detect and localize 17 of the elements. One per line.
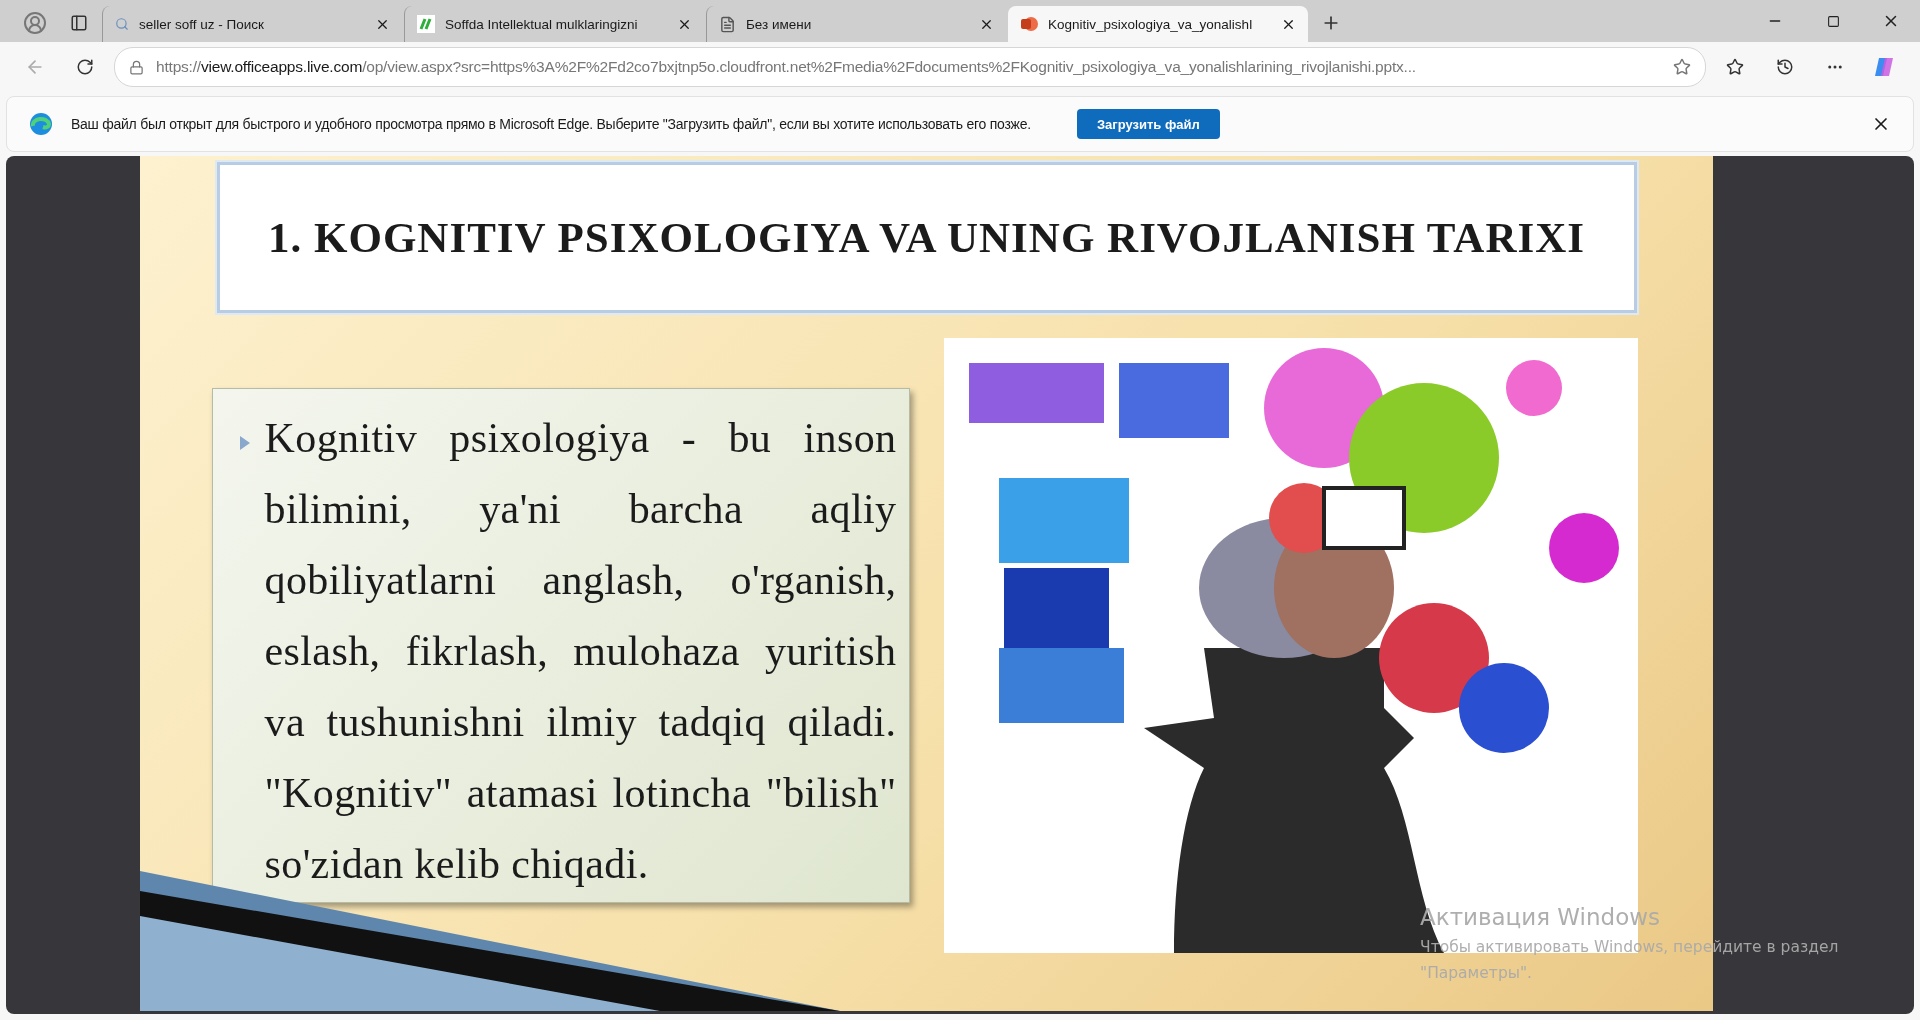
document-icon <box>719 15 736 33</box>
bullet-text: Kognitiv psixologiya - bu inson bilimini, ya'ni barcha aqliy qobiliyatlarni anglash, o'rganish, eslash, fikrlash, mulohaza yuritish va tushunishni ilmiy tadqiq qiladi. "Kognitiv" atamasi lotincha "bilish" so'zidan kelib chiqadi. <box>264 414 897 889</box>
browser-tab[interactable]: Без имени <box>706 6 1006 42</box>
slides-app-icon <box>1020 15 1038 33</box>
address-bar[interactable]: https://view.officeapps.live.com/op/view.aspx?src=https%3A%2F%2Fd2co7bxjtnp5o.cloudfront.net%2Fmedia%2Fdocuments%2FKognitiv_psixologiya_va_yonalishlarining_rivojlanishi.pptx... <box>114 47 1706 87</box>
slide-title: 1. KOGNITIV PSIXOLOGIYA VA UNING RIVOJLANISH TARIXI <box>216 162 1637 313</box>
info-message: Ваш файл был открыт для быстрого и удобного просмотра прямо в Microsoft Edge. Выберите "Загрузить файл", если вы хотите использовать его позже. <box>71 116 1031 132</box>
favorite-star-icon[interactable] <box>1673 58 1691 76</box>
lock-icon <box>129 59 144 75</box>
browser-tab[interactable]: Kognitiv_psixologiya_va_yonalishl <box>1008 6 1308 42</box>
bullet-icon <box>238 435 251 451</box>
download-button[interactable]: Загрузить файл <box>1076 109 1220 139</box>
site-logo-icon <box>417 15 435 33</box>
browser-tab[interactable]: seller soff uz - Поиск <box>102 6 402 42</box>
browser-tab[interactable]: Soffda Intellektual mulklaringizni <box>404 6 704 42</box>
search-icon <box>115 17 129 31</box>
browser-logo-icon <box>29 112 53 136</box>
